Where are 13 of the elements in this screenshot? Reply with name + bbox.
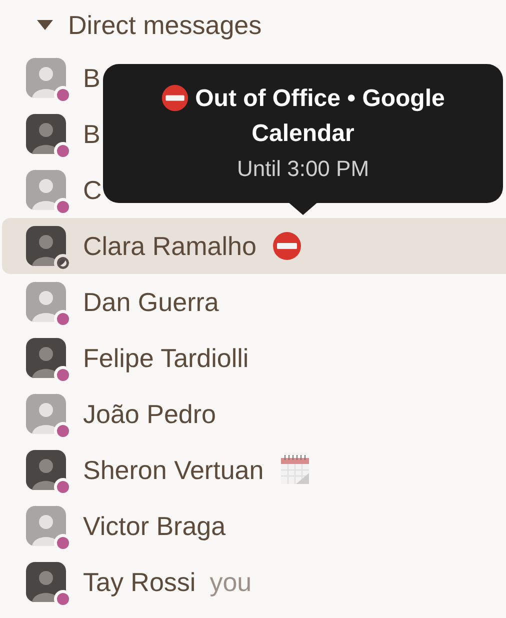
contact-name: B — [83, 118, 100, 150]
contact-name: Victor Braga — [83, 510, 226, 542]
contact-name: B — [83, 62, 100, 94]
contact-name: Tay Rossi — [83, 566, 196, 598]
contact-name: Sheron Vertuan — [83, 454, 264, 486]
you-label: you — [210, 566, 252, 598]
contact-name: Clara Ramalho — [83, 230, 256, 262]
tooltip-subtitle: Until 3:00 PM — [236, 154, 370, 182]
contact-name: Felipe Tardiolli — [83, 342, 249, 374]
contact-name: João Pedro — [83, 398, 216, 430]
tooltip-title: Out of Office • Google Calendar — [127, 80, 479, 150]
contact-name: Dan Guerra — [83, 286, 219, 318]
contact-name: C — [83, 174, 102, 206]
